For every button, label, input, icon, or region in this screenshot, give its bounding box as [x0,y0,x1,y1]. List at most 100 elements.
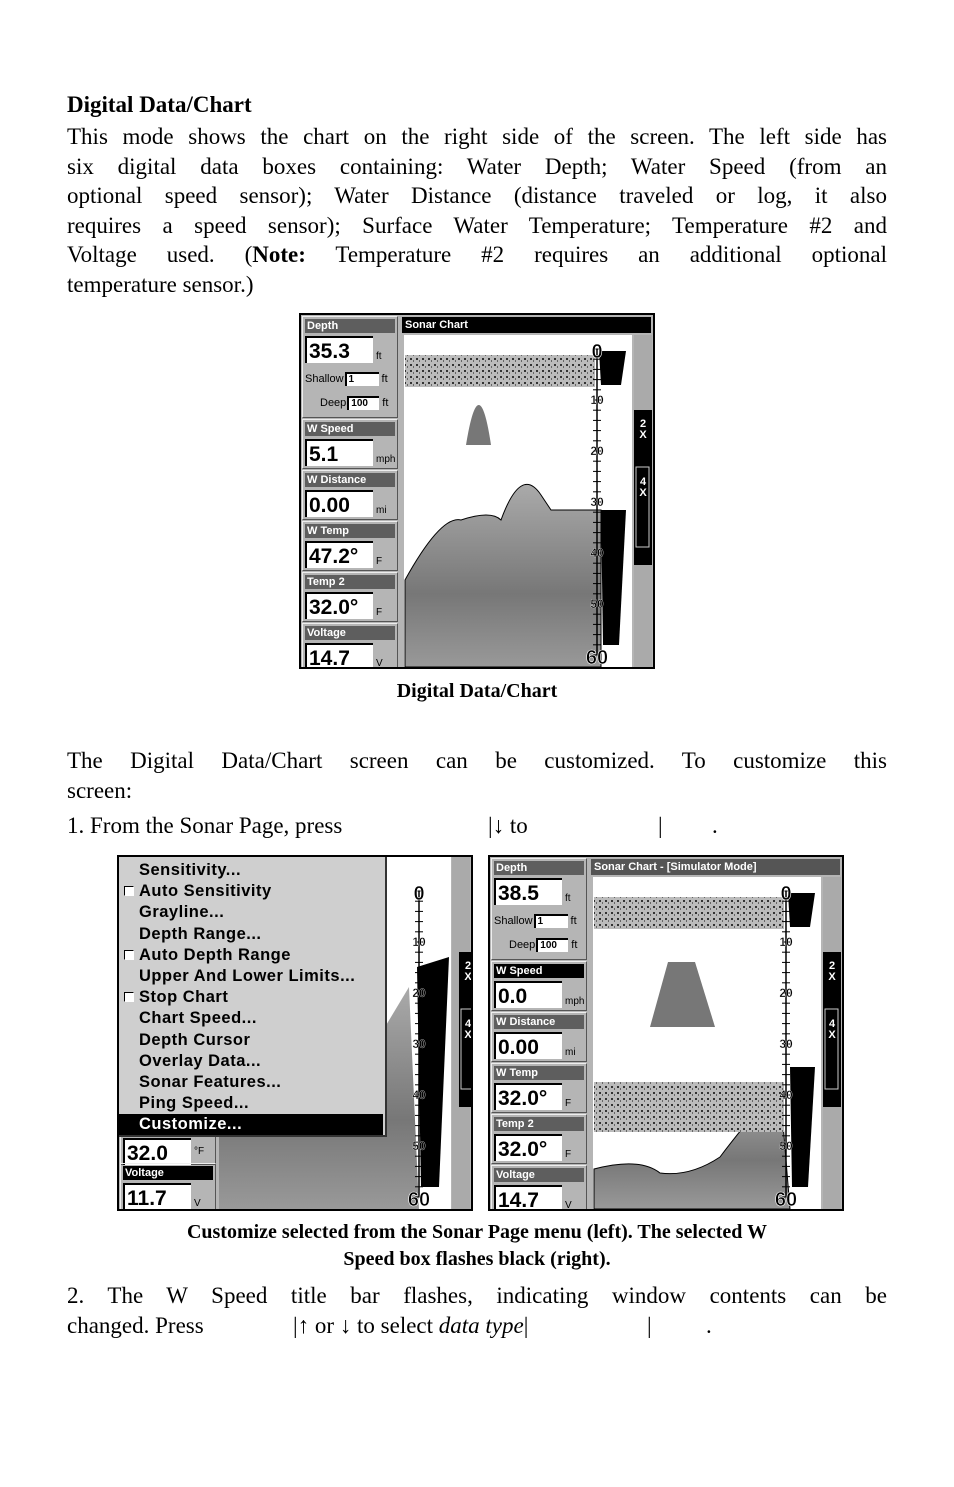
menu-item-ping-speed[interactable]: Ping Speed... [119,1093,383,1114]
unit: ft [382,397,389,409]
sonar-screen-menu: 0 10 20 30 40 50 60 2 X 4 X 32.0 °F Voltage 11.7 V Sensi… [117,855,473,1211]
paragraph-line: temperature sensor.) [67,272,254,297]
note-label: Note: [252,242,306,267]
box-title: W Speed [305,422,395,436]
menu-item-chart-speed[interactable]: Chart Speed... [119,1008,383,1029]
deep-field[interactable]: 100 [536,938,569,952]
shallow-field[interactable]: 1 [533,914,568,928]
box-unit: mph [565,996,585,1007]
box-title: Depth [305,319,395,333]
box-title: Voltage [123,1166,213,1180]
figure-caption: Customize selected from the Sonar Page m… [186,1221,768,1243]
scale-label: 40 [779,1088,793,1102]
deep-row: Deep 100 ft [509,938,577,952]
box-unit: V [376,658,383,669]
data-box[interactable]: W Speed 5.1 mph [302,419,398,469]
data-box[interactable]: Voltage 14.7 V [491,1165,587,1209]
text: | [658,813,663,838]
data-box[interactable]: W Temp 47.2° F [302,521,398,571]
zoom-label-char: X [639,487,647,499]
data-box[interactable]: Voltage 14.7 V [302,623,398,669]
data-box-depth: Depth 35.3 ft Shallow 1 ft Deep 100 ft [302,316,398,418]
chart-title: Sonar Chart [402,317,651,333]
deep-label: Deep [320,397,347,409]
deep-field[interactable]: 100 [347,396,380,410]
step-2: changed. Press |↑ or ↓ to select data ty… [67,1311,887,1340]
box-title: Voltage [494,1168,584,1182]
box-title: W Distance [494,1015,584,1029]
box-value: 32.0° [305,592,373,619]
zoom-label-char: X [464,1029,471,1041]
menu-item-sensitivity[interactable]: Sensitivity... [119,860,383,881]
data-box[interactable]: W Temp 32.0° F [491,1063,587,1113]
sonar-screen-digital-data-chart: 0 10 20 30 40 50 60 2 X 4 X Sonar Chart Depth 35.3 ft S… [299,313,655,669]
box-unit: mi [376,505,387,516]
data-box[interactable]: W Speed 0.0 mph [491,961,587,1011]
data-box[interactable]: Temp 2 32.0° F [302,572,398,622]
data-box[interactable]: Voltage 11.7 V [120,1163,216,1209]
menu-item-customize[interactable]: Customize... [119,1114,383,1136]
box-unit: F [376,607,383,618]
data-box[interactable]: W Distance 0.00 mi [491,1012,587,1062]
menu-item-label: Depth Cursor [139,1030,251,1049]
scale-label: 30 [412,1037,426,1051]
menu-item-sonar-features[interactable]: Sonar Features... [119,1072,383,1093]
box-value: 0.00 [494,1032,562,1059]
menu-item-auto-depth-range[interactable]: Auto Depth Range [119,945,383,966]
scale-label: 40 [412,1088,426,1102]
box-unit: V [194,1198,201,1209]
paragraph-line: 2. The W Speed title bar flashes, indica… [67,1283,887,1308]
box-unit: F [376,556,383,567]
menu-item-depth-cursor[interactable]: Depth Cursor [119,1030,383,1051]
figure-caption: Speed box flashes black (right). [343,1248,611,1270]
paragraph-line: requires a speed sensor); Surface Water … [67,213,887,238]
zoom-label-char: X [828,1029,836,1041]
menu-item-label: Overlay Data... [139,1051,262,1070]
chart-title: Sonar Chart - [Simulator Mode] [591,859,840,875]
scale-label: 50 [590,597,604,611]
zoom-label-char: X [464,971,471,983]
box-value: 32.0° [494,1083,562,1110]
shallow-label: Shallow [305,373,344,385]
checkbox[interactable] [124,886,134,897]
menu-item-label: Upper And Lower Limits... [139,967,356,985]
scale-label: 10 [590,393,604,407]
menu-item-depth-range[interactable]: Depth Range... [119,924,383,945]
box-value: 5.1 [305,439,373,466]
scale-label: 10 [779,935,793,949]
data-box[interactable]: Temp 2 32.0° F [491,1114,587,1164]
text: . [712,813,718,838]
menu-item-upper-and-lower-limits[interactable]: Upper And Lower Limits... [119,966,383,987]
text: | [647,1313,652,1338]
box-title: W Distance [305,473,395,487]
section-heading: Digital Data/Chart [67,92,252,117]
checkbox[interactable] [124,992,134,1003]
menu-item-label: Sensitivity... [139,861,242,879]
scale-label: 50 [412,1139,426,1153]
sonar-screen-customize: 0 10 20 30 40 50 60 2 X 4 X Sonar Chart - [Simulato… [488,855,844,1211]
box-value: 38.5 [494,878,562,905]
checkbox[interactable] [124,949,134,960]
text: |↓ to [488,813,528,838]
box-unit: mph [376,454,396,465]
shallow-field[interactable]: 1 [344,372,379,386]
scale-label: 50 [779,1139,793,1153]
menu-item-label: Sonar Features... [139,1073,282,1091]
menu-item-label: Depth Range... [139,924,262,943]
text: . [706,1313,712,1338]
box-value: 32.0 [123,1138,191,1165]
data-box-depth: Depth 38.5 ft Shallow 1 ft Deep 100 ft [491,858,587,960]
paragraph-line: Voltage used. (Note: Temperature #2 requ… [67,240,887,269]
zoom-label-char: X [828,971,836,983]
data-type-term: data type [438,1313,524,1338]
scale-label: 0 [591,341,602,363]
menu-item-grayline[interactable]: Grayline... [119,902,383,923]
menu-item-auto-sensitivity[interactable]: Auto Sensitivity [119,881,383,902]
scale-label: 40 [590,546,604,560]
menu-item-label: Grayline... [139,903,225,922]
menu-item-overlay-data[interactable]: Overlay Data... [119,1051,383,1072]
shallow-row: Shallow 1 ft [305,372,388,386]
data-box[interactable]: W Distance 0.00 mi [302,470,398,520]
menu-item-stop-chart[interactable]: Stop Chart [119,987,383,1008]
menu-item-label: Stop Chart [139,988,229,1007]
